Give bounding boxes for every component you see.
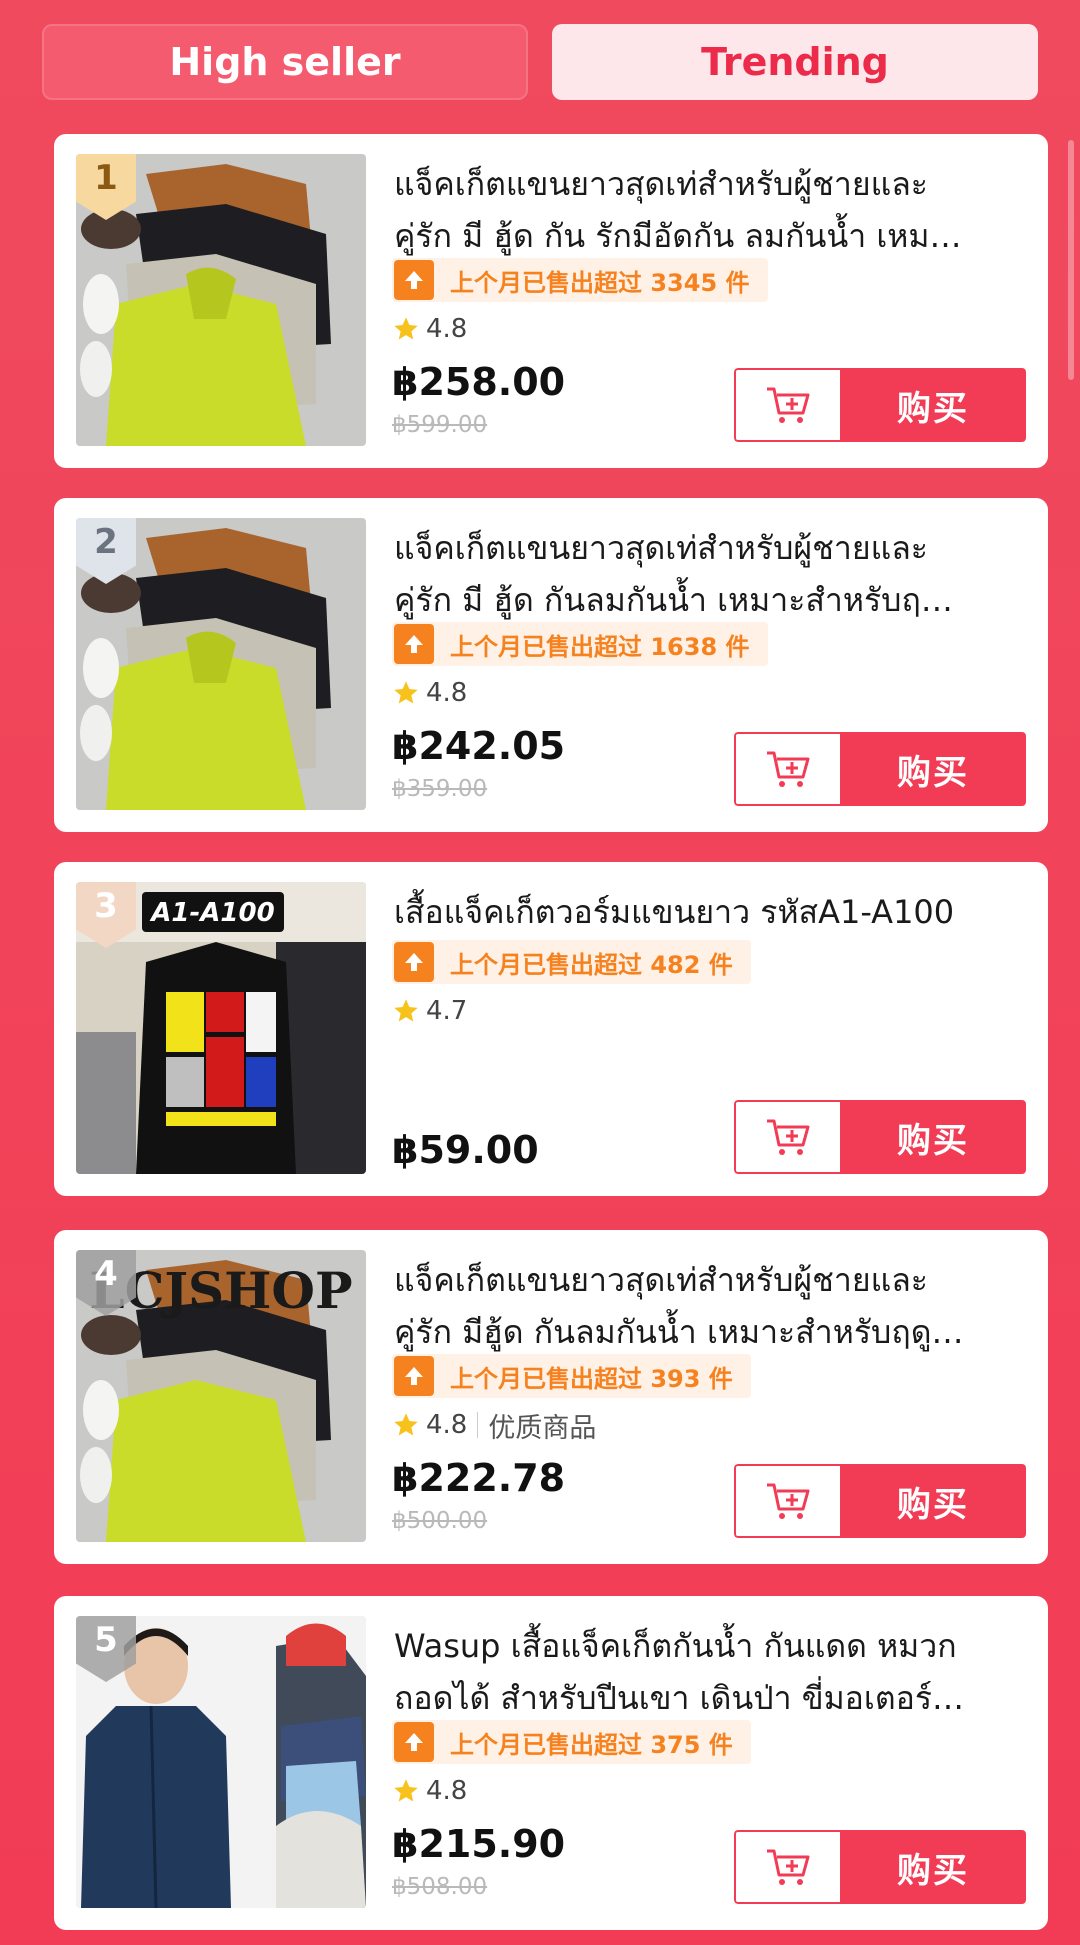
price: ฿258.00 [392, 360, 566, 404]
arrow-up-icon [394, 624, 434, 664]
arrow-up-icon [394, 942, 434, 982]
rating: 4.8 [392, 312, 467, 346]
cart-plus-icon [767, 1849, 810, 1885]
product-card[interactable]: 1 แจ็คเก็ตแขนยาวสุดเท่สำหรับผู้ชายและ คู… [54, 134, 1048, 468]
title-line: แจ็คเก็ตแขนยาวสุดเท่สำหรับผู้ชายและ [394, 165, 928, 203]
action-buttons: 购买 [734, 1464, 1026, 1538]
title-line: คู่รัก มี ฮู้ด กัน รักมีอัดกัน ลมกันน้ำ … [394, 217, 962, 255]
title-line: Wasup เสื้อแจ็คเก็ตกันน้ำ กันแดด หมวก [394, 1627, 957, 1665]
quality-tag: 优质商品 [488, 1412, 597, 1444]
rating: 4.8 优质商品 [392, 1408, 597, 1444]
buy-button[interactable]: 购买 [840, 732, 1026, 806]
add-to-cart-button[interactable] [734, 1100, 840, 1174]
divider [477, 1412, 479, 1438]
product-card[interactable]: 2 แจ็คเก็ตแขนยาวสุดเท่สำหรับผู้ชายและ คู… [54, 498, 1048, 832]
price: ฿242.05 [392, 724, 566, 768]
star-icon [394, 1779, 418, 1802]
rating-value: 4.8 [426, 314, 468, 344]
title-line: แจ็คเก็ตแขนยาวสุดเท่สำหรับผู้ชายและ [394, 529, 928, 567]
product-image[interactable]: 1 [76, 154, 366, 446]
original-price: ฿500.00 [392, 1508, 488, 1534]
scrollbar[interactable] [1068, 140, 1074, 380]
title-line: แจ็คเก็ตแขนยาวสุดเท่สำหรับผู้ชายและ [394, 1261, 928, 1299]
sold-badge: 上个月已售出超过 482 件 [392, 940, 751, 984]
tab-trending[interactable]: Trending [552, 24, 1038, 100]
action-buttons: 购买 [734, 1830, 1026, 1904]
sold-text: 上个月已售出超过 1638 件 [450, 632, 750, 661]
product-card[interactable]: 5 Wasup เสื้อแจ็คเก็ตกันน้ำ กันแดด หมวก … [54, 1596, 1048, 1930]
cart-plus-icon [767, 1483, 810, 1519]
title-line: เสื้อแจ็คเก็ตวอร์มแขนยาว รหัสA1-A100 [394, 893, 955, 931]
sold-text: 上个月已售出超过 3345 件 [450, 268, 750, 297]
product-title[interactable]: แจ็คเก็ตแขนยาวสุดเท่สำหรับผู้ชายและ คู่ร… [394, 158, 1024, 262]
action-buttons: 购买 [734, 732, 1026, 806]
product-title[interactable]: Wasup เสื้อแจ็คเก็ตกันน้ำ กันแดด หมวก ถอ… [394, 1620, 1024, 1724]
add-to-cart-button[interactable] [734, 732, 840, 806]
product-image[interactable]: 4 LCJSHOP [76, 1250, 366, 1542]
sold-text: 上个月已售出超过 375 件 [450, 1730, 733, 1759]
original-price: ฿599.00 [392, 412, 488, 438]
cart-plus-icon [767, 751, 810, 787]
star-icon [394, 317, 418, 340]
sold-text: 上个月已售出超过 393 件 [450, 1364, 733, 1393]
arrow-up-icon [394, 260, 434, 300]
buy-button[interactable]: 购买 [840, 1100, 1026, 1174]
product-image[interactable]: 2 [76, 518, 366, 810]
buy-button[interactable]: 购买 [840, 368, 1026, 442]
rating-value: 4.8 [426, 1410, 468, 1440]
product-title[interactable]: แจ็คเก็ตแขนยาวสุดเท่สำหรับผู้ชายและ คู่ร… [394, 522, 1024, 626]
rating-value: 4.8 [426, 678, 468, 708]
arrow-up-icon [394, 1722, 434, 1762]
add-to-cart-button[interactable] [734, 1464, 840, 1538]
action-buttons: 购买 [734, 1100, 1026, 1174]
star-icon [394, 1413, 418, 1436]
rating: 4.8 [392, 1774, 467, 1808]
rating-value: 4.7 [426, 996, 468, 1026]
title-line: คู่รัก มีฮู้ด กันลมกันน้ำ เหมาะสำหรับฤดู… [394, 1313, 964, 1351]
tab-high-seller[interactable]: High seller [42, 24, 528, 100]
sold-badge: 上个月已售出超过 393 件 [392, 1354, 751, 1398]
rating: 4.8 [392, 676, 467, 710]
add-to-cart-button[interactable] [734, 1830, 840, 1904]
product-card[interactable]: 3 A1-A100 เสื้อแจ็คเก็ตวอร์มแขนยาว รหัสA… [54, 862, 1048, 1196]
original-price: ฿359.00 [392, 776, 488, 802]
sold-text: 上个月已售出超过 482 件 [450, 950, 733, 979]
add-to-cart-button[interactable] [734, 368, 840, 442]
product-title[interactable]: เสื้อแจ็คเก็ตวอร์มแขนยาว รหัสA1-A100 [394, 886, 1024, 938]
action-buttons: 购买 [734, 368, 1026, 442]
price: ฿215.90 [392, 1822, 566, 1866]
star-icon [394, 999, 418, 1022]
cart-plus-icon [767, 1119, 810, 1155]
buy-button[interactable]: 购买 [840, 1830, 1026, 1904]
title-line: ถอดได้ สำหรับปีนเขา เดินป่า ขี่มอเตอร์… [394, 1679, 965, 1717]
sold-badge: 上个月已售出超过 1638 件 [392, 622, 768, 666]
product-card[interactable]: 4 LCJSHOP แจ็คเก็ตแขนยาวสุดเท่สำหรับผู้ช… [54, 1230, 1048, 1564]
rating: 4.7 [392, 994, 467, 1028]
buy-button[interactable]: 购买 [840, 1464, 1026, 1538]
title-line: คู่รัก มี ฮู้ด กันลมกันน้ำ เหมาะสำหรับฤ… [394, 581, 953, 619]
price: ฿59.00 [392, 1128, 539, 1172]
product-image[interactable]: 3 A1-A100 [76, 882, 366, 1174]
arrow-up-icon [394, 1356, 434, 1396]
sold-badge: 上个月已售出超过 3345 件 [392, 258, 768, 302]
star-icon [394, 681, 418, 704]
product-image[interactable]: 5 [76, 1616, 366, 1908]
tab-bar: High seller Trending [42, 24, 1038, 100]
product-title[interactable]: แจ็คเก็ตแขนยาวสุดเท่สำหรับผู้ชายและ คู่ร… [394, 1254, 1024, 1358]
image-label: A1-A100 [149, 898, 274, 928]
original-price: ฿508.00 [392, 1874, 488, 1900]
rating-value: 4.8 [426, 1776, 468, 1806]
sold-badge: 上个月已售出超过 375 件 [392, 1720, 751, 1764]
cart-plus-icon [767, 387, 810, 423]
price: ฿222.78 [392, 1456, 566, 1500]
